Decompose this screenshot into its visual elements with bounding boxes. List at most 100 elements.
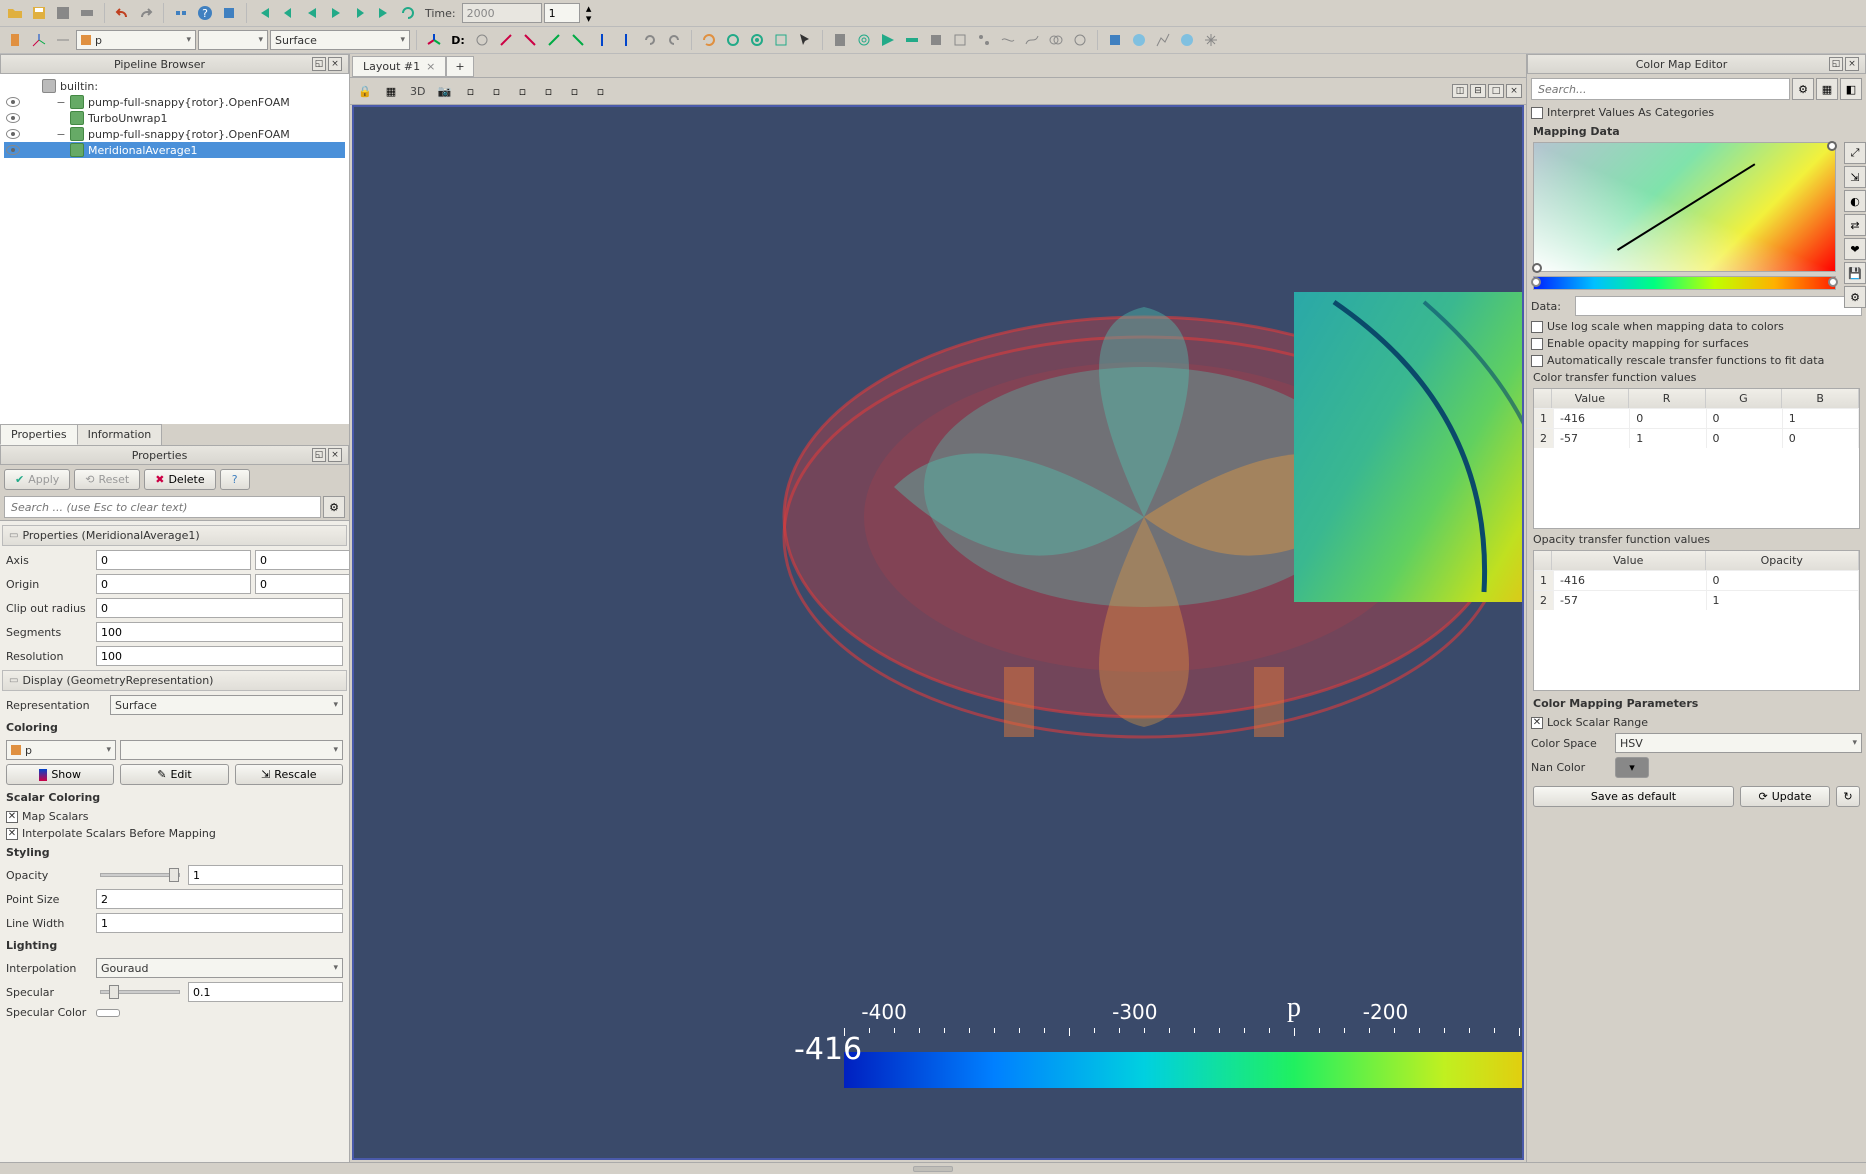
first-frame-icon[interactable] xyxy=(253,2,275,24)
slice-icon[interactable] xyxy=(901,29,923,51)
cmap-close-icon[interactable]: × xyxy=(1845,57,1859,71)
add-tab-button[interactable]: + xyxy=(446,56,473,77)
statusbar-grip-icon[interactable] xyxy=(913,1166,953,1172)
zoom-box-icon[interactable] xyxy=(770,29,792,51)
opacity-input[interactable] xyxy=(188,865,343,885)
view-ny-icon[interactable] xyxy=(567,29,589,51)
interp-cat-check[interactable] xyxy=(1531,107,1543,119)
clipout-input[interactable] xyxy=(96,598,343,618)
color-comp-select[interactable] xyxy=(120,740,343,760)
split-v-icon[interactable]: ⊟ xyxy=(1470,84,1486,98)
tree-toggle-icon[interactable]: − xyxy=(56,96,66,109)
color-variable-dropdown[interactable]: p xyxy=(76,30,196,50)
group-icon[interactable] xyxy=(1045,29,1067,51)
extract-icon[interactable] xyxy=(949,29,971,51)
tab-properties[interactable]: Properties xyxy=(0,424,78,445)
preset-icon[interactable]: ❤ xyxy=(1844,238,1866,260)
rescale-visible-icon[interactable]: ◐ xyxy=(1844,190,1866,212)
props-advanced-icon[interactable]: ⚙ xyxy=(323,496,345,518)
hue-handle-low[interactable] xyxy=(1531,277,1541,287)
update-button[interactable]: ⟳Update xyxy=(1740,786,1830,807)
render-view[interactable]: p -400-300-200-100 -416 -57 xyxy=(352,105,1524,1160)
props-section-header[interactable]: Properties (MeridionalAverage1) xyxy=(2,525,347,546)
mapping-handle-low[interactable] xyxy=(1532,263,1542,273)
cmap-search-input[interactable] xyxy=(1531,78,1790,100)
open-icon[interactable] xyxy=(4,2,26,24)
select-cell-icon[interactable]: ▫ xyxy=(485,80,507,102)
render-icon[interactable]: ▦ xyxy=(380,80,402,102)
help-icon[interactable]: ? xyxy=(194,2,216,24)
otf-row[interactable]: 2-571 xyxy=(1534,590,1859,610)
mapping-canvas[interactable] xyxy=(1533,142,1836,272)
apply-button[interactable]: ✔Apply xyxy=(4,469,70,490)
ctf-row[interactable]: 1-416001 xyxy=(1534,408,1859,428)
cmap-render-icon[interactable]: ▦ xyxy=(1816,78,1838,100)
text-d-icon[interactable]: D: xyxy=(447,29,469,51)
stream-icon[interactable] xyxy=(997,29,1019,51)
otf-table[interactable]: ValueOpacity 1-41602-571 xyxy=(1533,550,1860,691)
delete-button[interactable]: ✖Delete xyxy=(144,469,215,490)
threshold-icon[interactable] xyxy=(925,29,947,51)
view-py-icon[interactable] xyxy=(543,29,565,51)
time-step-input[interactable] xyxy=(544,3,580,23)
center-icon[interactable] xyxy=(471,29,493,51)
color-var-select[interactable]: p xyxy=(6,740,116,760)
interp-scalars-check[interactable]: ✕ xyxy=(6,828,18,840)
save-data-icon[interactable] xyxy=(52,2,74,24)
time-spin-down-icon[interactable]: ▾ xyxy=(582,13,596,23)
select-point-icon[interactable]: ▫ xyxy=(459,80,481,102)
link-icon[interactable] xyxy=(170,2,192,24)
otf-row[interactable]: 1-4160 xyxy=(1534,570,1859,590)
axes-small-icon[interactable] xyxy=(28,29,50,51)
lock-icon[interactable]: 🔒 xyxy=(354,80,376,102)
visibility-icon[interactable] xyxy=(6,97,20,107)
pipeline-item[interactable]: MeridionalAverage1 xyxy=(4,142,345,158)
view-close-icon[interactable]: × xyxy=(1506,84,1522,98)
lock-range-check[interactable]: ✕ xyxy=(1531,717,1543,729)
undo-icon[interactable] xyxy=(111,2,133,24)
origin-x-input[interactable] xyxy=(96,574,251,594)
nancolor-button[interactable]: ▾ xyxy=(1615,757,1649,778)
tree-toggle-icon[interactable]: − xyxy=(56,128,66,141)
invert-icon[interactable]: ⇄ xyxy=(1844,214,1866,236)
chart3-icon[interactable] xyxy=(1152,29,1174,51)
chart2-icon[interactable] xyxy=(1128,29,1150,51)
cmap-advanced-icon[interactable]: ⚙ xyxy=(1792,78,1814,100)
representation-select[interactable]: Surface xyxy=(110,695,343,715)
rot90-icon[interactable] xyxy=(639,29,661,51)
props-search-input[interactable] xyxy=(4,496,321,518)
origin-y-input[interactable] xyxy=(255,574,349,594)
redo-icon[interactable] xyxy=(135,2,157,24)
zoom-fit-icon[interactable] xyxy=(722,29,744,51)
data-value-input[interactable] xyxy=(1575,296,1862,316)
reset-camera-icon[interactable] xyxy=(698,29,720,51)
visibility-icon[interactable] xyxy=(6,129,20,139)
opacity-slider[interactable] xyxy=(100,873,180,877)
mode-3d-label[interactable]: 3D xyxy=(410,85,425,98)
select-interact-icon[interactable]: ▫ xyxy=(563,80,585,102)
axes-icon[interactable] xyxy=(423,29,445,51)
axis-x-input[interactable] xyxy=(96,550,251,570)
camera-icon[interactable]: 📷 xyxy=(433,80,455,102)
autorescale-check[interactable] xyxy=(1531,355,1543,367)
pipeline-item[interactable]: −pump-full-snappy{rotor}.OpenFOAM xyxy=(4,94,345,110)
rot-90-icon[interactable] xyxy=(663,29,685,51)
contour-icon[interactable] xyxy=(853,29,875,51)
last-frame-icon[interactable] xyxy=(373,2,395,24)
save-preset-icon[interactable]: 💾 xyxy=(1844,262,1866,284)
play-back-icon[interactable] xyxy=(301,2,323,24)
logscale-check[interactable] xyxy=(1531,321,1543,333)
pipeline-item[interactable]: builtin: xyxy=(4,78,345,94)
layout-tab[interactable]: Layout #1× xyxy=(352,56,446,77)
hue-handle-high[interactable] xyxy=(1828,277,1838,287)
props-close-icon[interactable]: × xyxy=(328,448,342,462)
chart4-icon[interactable] xyxy=(1176,29,1198,51)
view-px-icon[interactable] xyxy=(495,29,517,51)
next-frame-icon[interactable] xyxy=(349,2,371,24)
rose-icon[interactable] xyxy=(1200,29,1222,51)
hue-bar[interactable] xyxy=(1533,276,1836,290)
tab-close-icon[interactable]: × xyxy=(426,60,435,73)
pointsize-input[interactable] xyxy=(96,889,343,909)
cmap-separate-icon[interactable]: ◧ xyxy=(1840,78,1862,100)
colorspace-select[interactable]: HSV xyxy=(1615,733,1862,753)
